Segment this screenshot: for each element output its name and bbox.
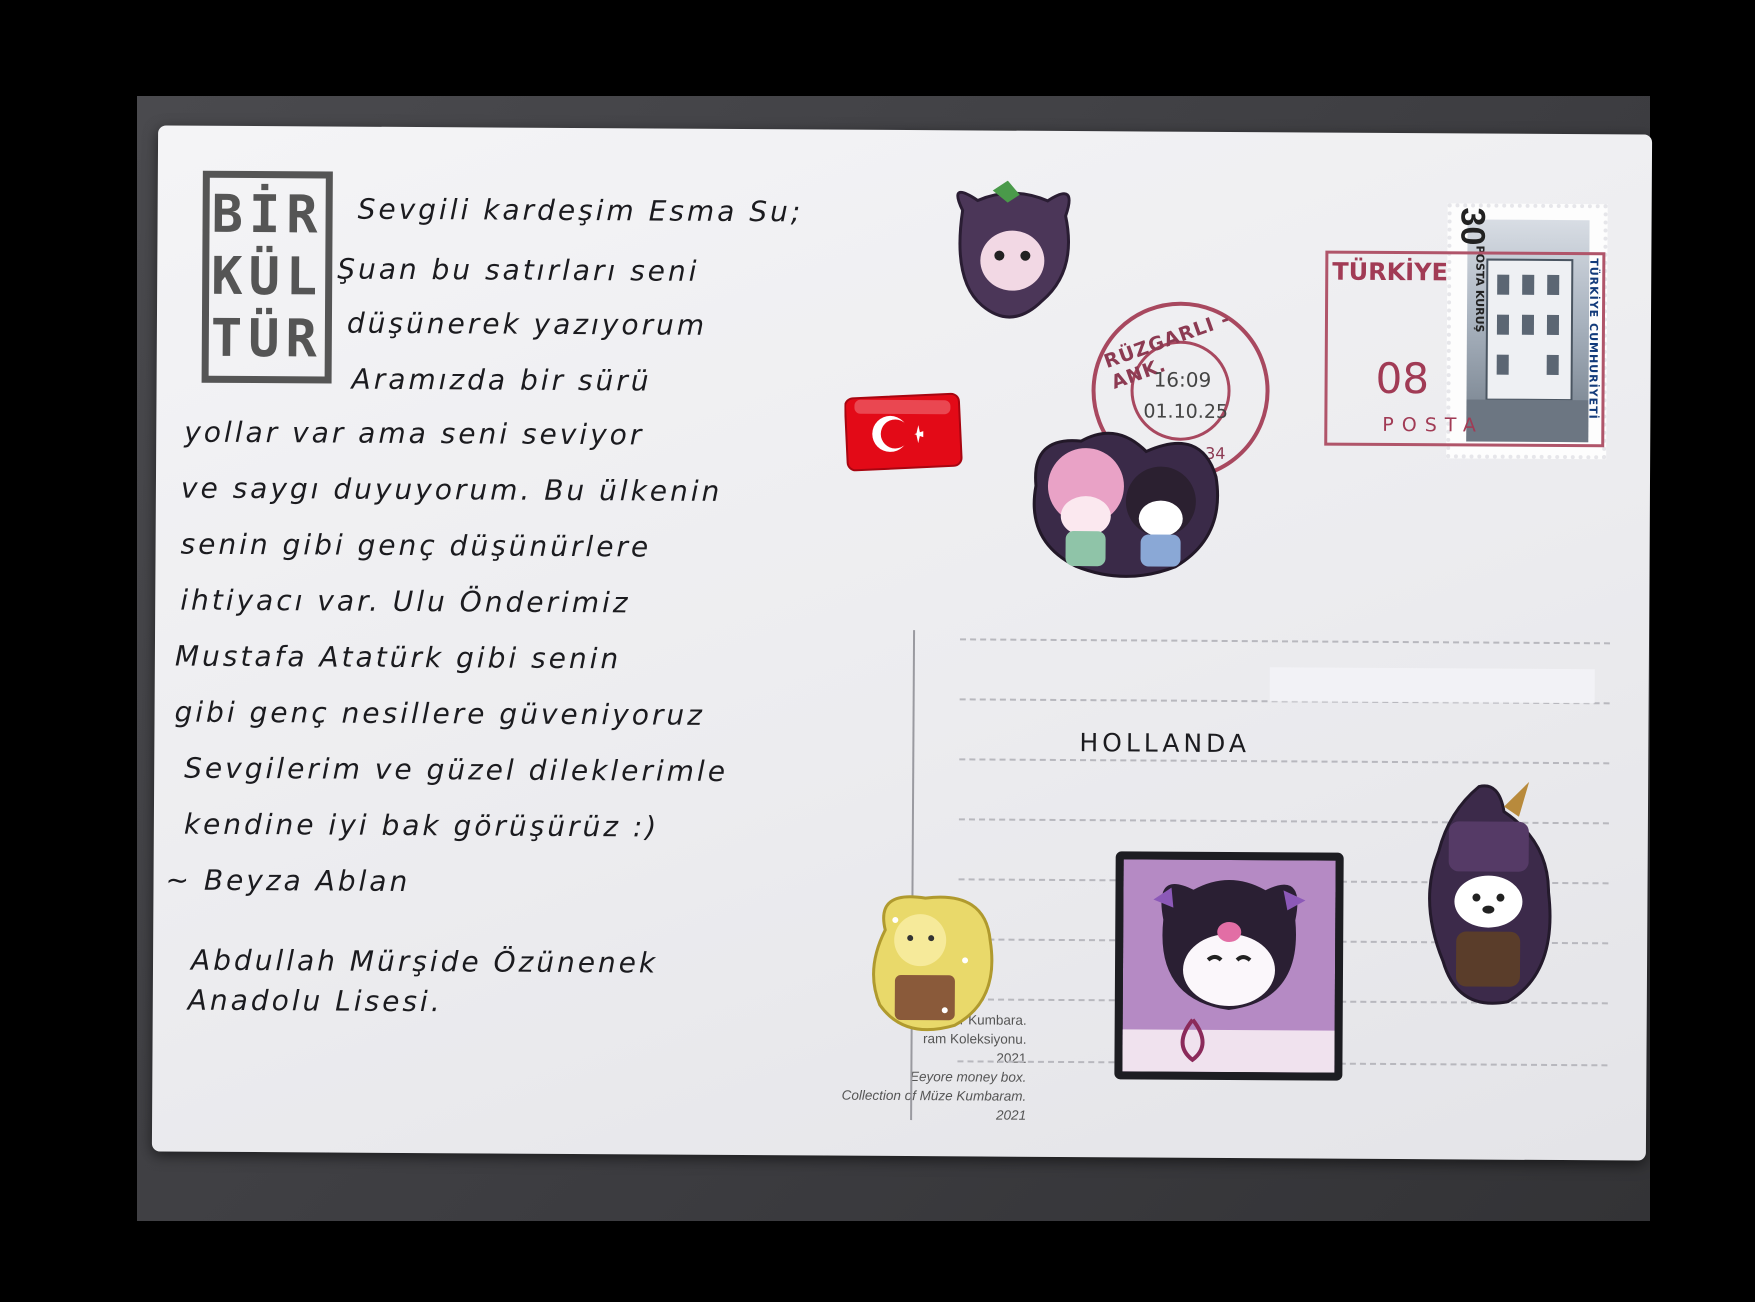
caption-line: Collection of Müze Kumbaram.: [841, 1087, 1027, 1104]
logo-line: KÜL: [211, 246, 324, 308]
letter-line: gibi genç nesillere güveniyoruz: [174, 695, 705, 732]
letter-line: düşünerek yazıyorum: [346, 306, 708, 342]
letter-line: senin gibi genç düşünürlere: [180, 527, 652, 564]
letter-line: yollar var ama seni seviyor: [184, 415, 645, 452]
logo-line: BİR: [211, 184, 324, 246]
postmark-date: 01.10.25: [1143, 400, 1229, 423]
sender-school: Abdullah Mürşide Özünenek: [190, 943, 659, 980]
caption-line: 2021: [996, 1107, 1027, 1123]
stamp-value: 30: [1453, 207, 1492, 246]
address-country: HOLLANDA: [1079, 728, 1251, 759]
letter-line: ve saygı duyuyorum. Bu ülkenin: [180, 471, 723, 508]
kuromi-portrait-icon: [1122, 859, 1336, 1073]
address-line: [960, 638, 1611, 645]
caption-line: 2021: [996, 1050, 1027, 1066]
caption-line: Eeyore money box.: [909, 1069, 1027, 1085]
bir-kul-tur-logo: BİR KÜL TÜR: [201, 170, 333, 384]
letter-line: Şuan bu satırları seni: [337, 252, 700, 288]
letter-line: Sevgilerim ve güzel dileklerimle: [184, 751, 729, 788]
letter-line: ihtiyacı var. Ulu Önderimiz: [180, 583, 631, 620]
postmark-time: 16:09: [1153, 367, 1212, 392]
meter-label: POSTA: [1382, 413, 1485, 437]
letter-line: Sevgili kardeşim Esma Su;: [357, 192, 804, 229]
letter-line: Aramızda bir sürü: [351, 362, 652, 398]
address-line: [959, 758, 1610, 765]
meter-value: 08: [1375, 353, 1430, 404]
sender-school: Anadolu Lisesi.: [187, 983, 443, 1019]
my-melody-kuromi-sticker: [1032, 431, 1220, 578]
pompompurin-sticker: [872, 895, 994, 1032]
signature: ~ Beyza Ablan: [165, 863, 411, 899]
letter-line: kendine iyi bak görüşürüz :): [183, 807, 660, 844]
logo-line: TÜR: [210, 308, 323, 370]
franking-mark: TÜRKİYE 08 POSTA: [1324, 250, 1606, 448]
kuromi-sticker: [956, 180, 1071, 319]
redacted-area: [1269, 667, 1595, 704]
kuromi-portrait-sticker: [1114, 851, 1344, 1081]
postcard: BİR KÜL TÜR Sevgili kardeşim Esma Su; Şu…: [151, 125, 1653, 1161]
pochacco-sticker: [1428, 781, 1552, 1005]
turkish-flag-sticker: [844, 392, 963, 472]
meter-country: TÜRKİYE: [1332, 257, 1449, 287]
letter-line: Mustafa Atatürk gibi senin: [174, 639, 622, 676]
